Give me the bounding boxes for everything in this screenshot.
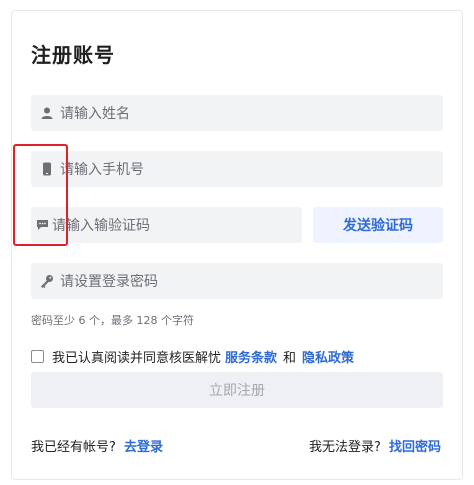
name-placeholder: 请输入姓名 xyxy=(60,106,130,122)
agreement-row: 我已认真阅读并同意核医解忧 服务条款 和 隐私政策 xyxy=(31,347,354,366)
user-icon xyxy=(38,104,56,122)
code-field[interactable]: 请输入输验证码 xyxy=(31,207,302,243)
phone-field[interactable]: 请输入手机号 xyxy=(31,151,443,187)
code-placeholder: 请输入输验证码 xyxy=(52,218,150,234)
phone-icon xyxy=(38,160,56,178)
send-code-button[interactable]: 发送验证码 xyxy=(313,207,443,243)
password-hint: 密码至少 6 个，最多 128 个字符 xyxy=(31,314,194,327)
login-link[interactable]: 去登录 xyxy=(124,440,163,455)
has-account-row: 我已经有帐号? 去登录 xyxy=(31,436,163,455)
page-title: 注册账号 xyxy=(31,43,115,67)
privacy-link[interactable]: 隐私政策 xyxy=(302,347,354,366)
cant-login-row: 我无法登录? 找回密码 xyxy=(309,436,441,455)
password-placeholder: 请设置登录密码 xyxy=(60,274,158,290)
agree-text: 我已认真阅读并同意核医解忧 xyxy=(52,351,222,366)
register-card: 注册账号 请输入姓名 请输入手机号 请输入输验证码 发送验证码 请设置登录密码 … xyxy=(11,10,463,480)
name-field[interactable]: 请输入姓名 xyxy=(31,95,443,131)
recover-link[interactable]: 找回密码 xyxy=(389,440,441,455)
terms-link[interactable]: 服务条款 xyxy=(225,347,277,366)
register-button[interactable]: 立即注册 xyxy=(31,372,443,408)
key-icon xyxy=(38,272,56,290)
cant-login-text: 我无法登录? xyxy=(308,440,381,455)
password-field[interactable]: 请设置登录密码 xyxy=(31,263,443,299)
has-account-text: 我已经有帐号? xyxy=(31,440,116,455)
message-icon xyxy=(33,216,51,234)
and-text: 和 xyxy=(283,351,297,366)
agree-checkbox[interactable] xyxy=(31,350,44,363)
phone-placeholder: 请输入手机号 xyxy=(60,162,144,178)
